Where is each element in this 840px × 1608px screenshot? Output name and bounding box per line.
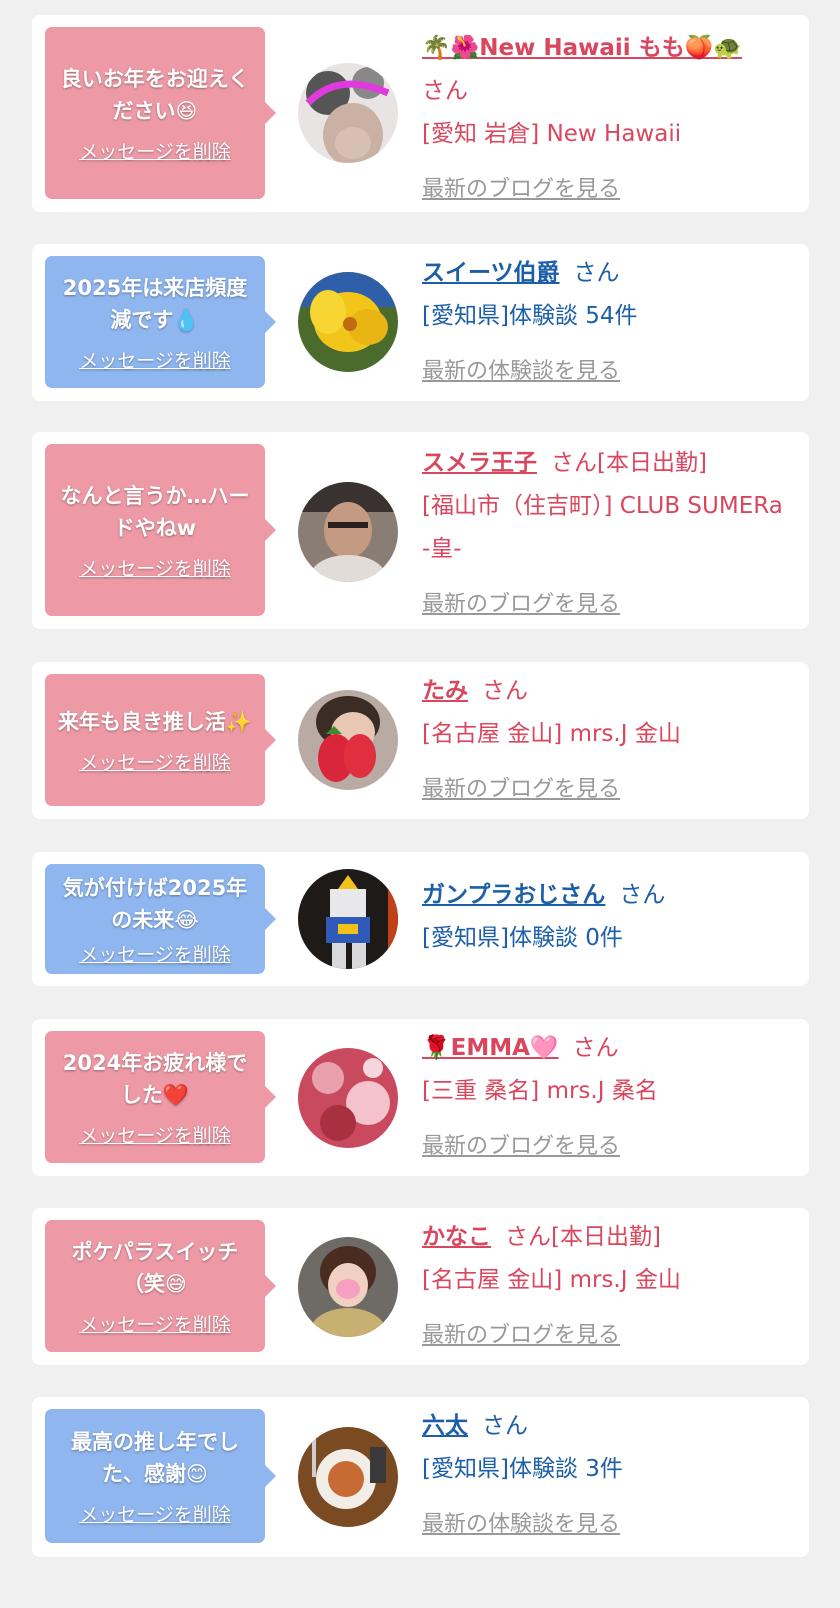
- location-text: [愛知県]体験談 54件: [422, 303, 638, 329]
- member-info: かなこ さん[本日出勤] [名古屋 金山] mrs.J 金山 最新のブログを見る: [422, 1216, 789, 1357]
- message-text: 来年も良き推し活✨: [57, 709, 253, 734]
- message-card: 最高の推し年でした、感謝😊 メッセージを削除 六太 さん [愛知県]体験談 3件 …: [32, 1397, 809, 1557]
- honorific: さん: [422, 78, 468, 104]
- latest-blog-link[interactable]: 最新のブログを見る: [422, 1125, 620, 1168]
- delete-message-link[interactable]: メッセージを削除: [79, 346, 231, 373]
- message-text: 良いお年をお迎えください😆: [60, 66, 250, 123]
- avatar[interactable]: [298, 272, 398, 372]
- avatar[interactable]: [298, 1048, 398, 1148]
- message-text: 気が付けば2025年の未来😂: [62, 875, 248, 932]
- honorific: さん: [482, 1413, 528, 1439]
- location-text: [福山市（住吉町）] CLUB SUMERa -皇-: [422, 493, 783, 562]
- member-name-link[interactable]: スイーツ伯爵: [422, 260, 560, 286]
- latest-blog-link[interactable]: 最新のブログを見る: [422, 168, 620, 211]
- member-name-link[interactable]: 🌹EMMA🩷: [422, 1035, 559, 1061]
- latest-blog-link[interactable]: 最新のブログを見る: [422, 768, 620, 811]
- delete-message-link[interactable]: メッセージを削除: [79, 554, 231, 581]
- avatar[interactable]: [298, 482, 398, 582]
- message-text: 最高の推し年でした、感謝😊: [71, 1429, 239, 1486]
- latest-review-link[interactable]: 最新の体験談を見る: [422, 1503, 620, 1546]
- delete-message-link[interactable]: メッセージを削除: [79, 1500, 231, 1527]
- avatar[interactable]: [298, 63, 398, 163]
- message-bubble: 気が付けば2025年の未来😂 メッセージを削除: [45, 864, 276, 974]
- avatar[interactable]: [298, 1427, 398, 1527]
- message-bubble: なんと言うか…ハードやねw メッセージを削除: [45, 444, 276, 616]
- message-card: ポケパラスイッチ（笑😅 メッセージを削除 かなこ さん[本日出勤] [名古屋 金山…: [32, 1208, 809, 1365]
- status-badge: [本日出勤]: [551, 1224, 661, 1250]
- member-info: スイーツ伯爵 さん [愛知県]体験談 54件 最新の体験談を見る: [422, 252, 789, 393]
- honorific: さん: [505, 1224, 551, 1250]
- avatar[interactable]: [298, 869, 398, 969]
- location-text: [名古屋 金山] mrs.J 金山: [422, 721, 681, 747]
- delete-message-link[interactable]: メッセージを削除: [79, 940, 231, 967]
- member-info: ガンプラおじさん さん [愛知県]体験談 0件: [422, 874, 789, 960]
- honorific: さん: [551, 450, 597, 476]
- member-name-link[interactable]: かなこ: [422, 1224, 491, 1250]
- message-bubble: 2024年お疲れ様でした❤️ メッセージを削除: [45, 1031, 276, 1163]
- member-info: 🌴🌺New Hawaii もも🍑🐢 さん [愛知 岩倉] New Hawaii …: [422, 27, 789, 211]
- member-name-link[interactable]: スメラ王子: [422, 450, 537, 476]
- member-info: たみ さん [名古屋 金山] mrs.J 金山 最新のブログを見る: [422, 670, 789, 811]
- member-info: 🌹EMMA🩷 さん [三重 桑名] mrs.J 桑名 最新のブログを見る: [422, 1027, 789, 1168]
- location-text: [愛知 岩倉] New Hawaii: [422, 121, 682, 147]
- member-name-link[interactable]: ガンプラおじさん: [422, 882, 605, 908]
- message-bubble: 最高の推し年でした、感謝😊 メッセージを削除: [45, 1409, 276, 1543]
- delete-message-link[interactable]: メッセージを削除: [79, 1121, 231, 1148]
- message-card: 良いお年をお迎えください😆 メッセージを削除 🌴🌺New Hawaii もも🍑🐢…: [32, 15, 809, 212]
- honorific: さん: [572, 1035, 619, 1061]
- message-card: なんと言うか…ハードやねw メッセージを削除 スメラ王子 さん[本日出勤] [福山…: [32, 432, 809, 629]
- message-bubble: 来年も良き推し活✨ メッセージを削除: [45, 674, 276, 806]
- delete-message-link[interactable]: メッセージを削除: [79, 1310, 231, 1337]
- member-info: スメラ王子 さん[本日出勤] [福山市（住吉町）] CLUB SUMERa -皇-…: [422, 442, 789, 626]
- delete-message-link[interactable]: メッセージを削除: [79, 137, 231, 164]
- message-card: 来年も良き推し活✨ メッセージを削除 たみ さん [名古屋 金山] mrs.J 金…: [32, 662, 809, 819]
- message-bubble: ポケパラスイッチ（笑😅 メッセージを削除: [45, 1220, 276, 1352]
- status-badge: [本日出勤]: [597, 450, 707, 476]
- location-text: [愛知県]体験談 0件: [422, 925, 623, 951]
- member-name-link[interactable]: 🌴🌺New Hawaii もも🍑🐢: [422, 35, 742, 61]
- avatar[interactable]: [298, 690, 398, 790]
- delete-message-link[interactable]: メッセージを削除: [79, 748, 231, 775]
- message-text: なんと言うか…ハードやねw: [60, 483, 250, 540]
- latest-blog-link[interactable]: 最新のブログを見る: [422, 1314, 620, 1357]
- message-list: 良いお年をお迎えください😆 メッセージを削除 🌴🌺New Hawaii もも🍑🐢…: [0, 0, 840, 1608]
- location-text: [愛知県]体験談 3件: [422, 1456, 623, 1482]
- honorific: さん: [619, 882, 666, 908]
- message-text: ポケパラスイッチ（笑😅: [71, 1239, 239, 1296]
- member-name-link[interactable]: たみ: [422, 678, 468, 704]
- message-text: 2024年お疲れ様でした❤️: [62, 1050, 248, 1107]
- honorific: さん: [482, 678, 528, 704]
- message-card: 2024年お疲れ様でした❤️ メッセージを削除 🌹EMMA🩷 さん [三重 桑名]…: [32, 1019, 809, 1176]
- member-info: 六太 さん [愛知県]体験談 3件 最新の体験談を見る: [422, 1405, 789, 1546]
- location-text: [三重 桑名] mrs.J 桑名: [422, 1078, 658, 1104]
- honorific: さん: [573, 260, 620, 286]
- message-text: 2025年は来店頻度減です💧: [62, 275, 248, 332]
- message-card: 2025年は来店頻度減です💧 メッセージを削除 スイーツ伯爵 さん [愛知県]体験…: [32, 244, 809, 401]
- message-bubble: 良いお年をお迎えください😆 メッセージを削除: [45, 27, 276, 199]
- latest-blog-link[interactable]: 最新のブログを見る: [422, 583, 620, 626]
- location-text: [名古屋 金山] mrs.J 金山: [422, 1267, 681, 1293]
- message-bubble: 2025年は来店頻度減です💧 メッセージを削除: [45, 256, 276, 388]
- avatar[interactable]: [298, 1237, 398, 1337]
- message-card: 気が付けば2025年の未来😂 メッセージを削除 ガンプラおじさん さん [愛知県]…: [32, 852, 809, 986]
- latest-review-link[interactable]: 最新の体験談を見る: [422, 350, 620, 393]
- member-name-link[interactable]: 六太: [422, 1413, 468, 1439]
